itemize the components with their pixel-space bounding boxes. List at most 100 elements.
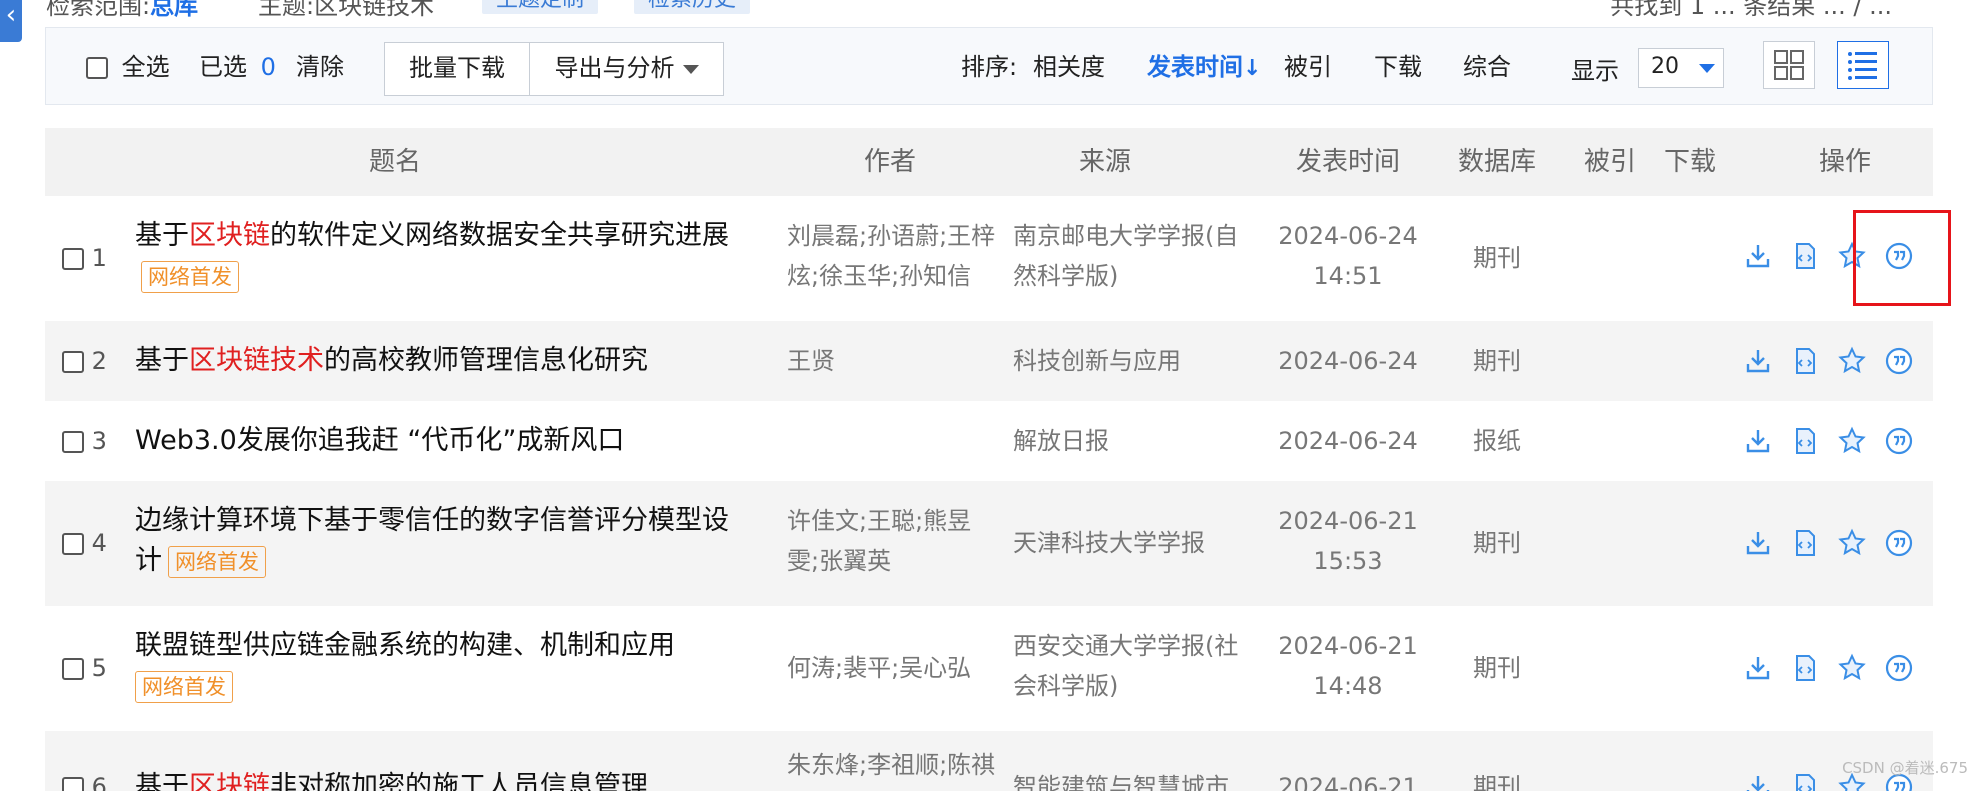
highlight-box [1853, 210, 1951, 306]
pub-date: 2024-06-21 [1278, 773, 1418, 791]
table-row: 5 联盟链型供应链金融系统的构建、机制和应用 网络首发 何涛;裴平;吴心弘 西安… [45, 606, 1933, 731]
article-title-link[interactable]: Web3.0发展你追我赶 “代币化”成新风口 [135, 421, 745, 461]
sort-label: 排序: [961, 53, 1018, 81]
database-type: 期刊 [1473, 244, 1521, 272]
result-toolbar: 全选 已选 0 清除 批量下载 导出与分析 排序: 相关度 发表时间↓ 被引 下… [45, 27, 1933, 105]
star-icon[interactable] [1836, 527, 1868, 559]
table-row: 2 基于区块链技术的高校教师管理信息化研究 王贤 科技创新与应用 2024-06… [45, 321, 1933, 401]
clear-button[interactable]: 清除 [296, 52, 344, 82]
download-icon[interactable] [1742, 771, 1774, 791]
topic-custom-button[interactable]: 主题定制 [482, 0, 599, 14]
html-read-icon[interactable] [1789, 652, 1821, 684]
author-list[interactable]: 许佳文;王聪;熊昱雯;张翼英 [787, 501, 987, 581]
html-read-icon[interactable] [1789, 425, 1821, 457]
html-read-icon[interactable] [1789, 771, 1821, 791]
row-operations [1742, 425, 1915, 457]
author-list[interactable]: 刘晨磊;孙语蔚;王梓炫;徐玉华;孙知信 [787, 216, 1002, 296]
select-all-checkbox[interactable] [86, 57, 108, 79]
sort-relevance[interactable]: 相关度 [1033, 52, 1105, 82]
row-select[interactable]: 5 [62, 648, 107, 688]
top-strip: 检索范围:总库 主题:区块链技术 主题定制 检索历史 共找到 1 ... 条结果… [0, 0, 1982, 22]
sort-pubtime[interactable]: 发表时间↓ [1147, 52, 1261, 84]
header-author: 作者 [863, 147, 916, 177]
row-checkbox[interactable] [62, 777, 84, 791]
grid-view-button[interactable] [1763, 41, 1815, 89]
download-icon[interactable] [1742, 345, 1774, 377]
article-title-link[interactable]: 基于区块链非对称加密的施工人员信息管理 [135, 767, 745, 791]
download-icon[interactable] [1742, 240, 1774, 272]
row-select[interactable]: 6 [62, 767, 107, 791]
row-checkbox[interactable] [62, 658, 84, 680]
html-read-icon[interactable] [1789, 527, 1821, 559]
star-icon[interactable] [1836, 652, 1868, 684]
selected-count: 已选 0 [199, 53, 276, 81]
batch-download-button[interactable]: 批量下载 [384, 42, 530, 96]
database-type: 期刊 [1473, 347, 1521, 375]
download-icon[interactable] [1742, 527, 1774, 559]
star-icon[interactable] [1836, 425, 1868, 457]
pub-date: 2024-06-24 14:51 [1278, 222, 1418, 290]
database-type: 报纸 [1473, 427, 1521, 455]
download-icon[interactable] [1742, 425, 1774, 457]
quote-icon[interactable] [1883, 527, 1915, 559]
back-arrow-icon[interactable]: ‹ [0, 0, 22, 42]
source-link[interactable]: 解放日报 [1013, 421, 1248, 461]
row-select[interactable]: 1 [62, 238, 107, 278]
star-icon[interactable] [1836, 345, 1868, 377]
select-all[interactable]: 全选 [86, 52, 170, 82]
sort-cited[interactable]: 被引 [1284, 52, 1332, 82]
article-title-link[interactable]: 联盟链型供应链金融系统的构建、机制和应用 网络首发 [135, 626, 745, 706]
download-icon[interactable] [1742, 652, 1774, 684]
pub-date: 2024-06-24 [1278, 347, 1418, 375]
html-read-icon[interactable] [1789, 240, 1821, 272]
row-checkbox[interactable] [62, 533, 84, 555]
chevron-down-icon [1699, 64, 1715, 73]
row-checkbox[interactable] [62, 431, 84, 453]
result-count: 共找到 1 ... 条结果 ... / ... [1610, 0, 1892, 20]
page-size-select[interactable]: 20 [1638, 48, 1724, 88]
source-link[interactable]: 智能建筑与智慧城市 [1013, 767, 1248, 791]
quote-icon[interactable] [1883, 425, 1915, 457]
row-checkbox[interactable] [62, 248, 84, 270]
table-row: 6 基于区块链非对称加密的施工人员信息管理 朱东烽;李祖顺;陈祺 智能建筑与智慧… [45, 731, 1933, 791]
watermark: CSDN @着迷.675 [1842, 759, 1968, 777]
pub-date: 2024-06-21 14:48 [1278, 632, 1418, 700]
author-list[interactable]: 朱东烽;李祖顺;陈祺 [787, 745, 1002, 785]
header-operation: 操作 [1818, 147, 1871, 177]
chevron-down-icon [682, 64, 699, 74]
results-table: 题名 作者 来源 发表时间 数据库 被引 下载 操作 1 基于区块链的软件定义网… [45, 128, 1933, 791]
source-link[interactable]: 科技创新与应用 [1013, 341, 1248, 381]
row-select[interactable]: 4 [62, 523, 107, 563]
header-download: 下载 [1663, 147, 1716, 177]
article-title-link[interactable]: 边缘计算环境下基于零信任的数字信誉评分模型设计 网络首发 [135, 501, 745, 581]
row-operations [1742, 527, 1915, 559]
quote-icon[interactable] [1883, 652, 1915, 684]
author-list[interactable]: 何涛;裴平;吴心弘 [787, 648, 1002, 688]
html-read-icon[interactable] [1789, 345, 1821, 377]
row-select[interactable]: 2 [62, 341, 107, 381]
article-title-link[interactable]: 基于区块链的软件定义网络数据安全共享研究进展网络首发 [135, 216, 745, 296]
database-type: 期刊 [1473, 654, 1521, 682]
author-list[interactable]: 王贤 [787, 341, 1002, 381]
table-row: 3 Web3.0发展你追我赶 “代币化”成新风口 解放日报 2024-06-24… [45, 401, 1933, 481]
article-title-link[interactable]: 基于区块链技术的高校教师管理信息化研究 [135, 341, 745, 381]
source-link[interactable]: 天津科技大学学报 [1013, 523, 1248, 563]
row-select[interactable]: 3 [62, 421, 107, 461]
source-link[interactable]: 西安交通大学学报(社会科学版) [1013, 626, 1248, 706]
header-pubtime: 发表时间 [1295, 147, 1400, 177]
search-scope: 检索范围:总库 [46, 0, 199, 20]
table-row: 4 边缘计算环境下基于零信任的数字信誉评分模型设计 网络首发 许佳文;王聪;熊昱雯… [45, 481, 1933, 606]
row-operations [1742, 652, 1915, 684]
source-link[interactable]: 南京邮电大学学报(自然科学版) [1013, 216, 1248, 296]
online-first-badge: 网络首发 [141, 260, 239, 293]
quote-icon[interactable] [1883, 345, 1915, 377]
arrow-down-icon: ↓ [1243, 56, 1262, 81]
row-checkbox[interactable] [62, 351, 84, 373]
export-analysis-button[interactable]: 导出与分析 [529, 42, 724, 96]
header-title: 题名 [368, 147, 421, 177]
sort-composite[interactable]: 综合 [1463, 52, 1511, 82]
search-history-button[interactable]: 检索历史 [634, 0, 751, 14]
database-type: 期刊 [1473, 529, 1521, 557]
sort-download[interactable]: 下载 [1374, 52, 1422, 82]
list-view-button[interactable] [1837, 41, 1889, 89]
